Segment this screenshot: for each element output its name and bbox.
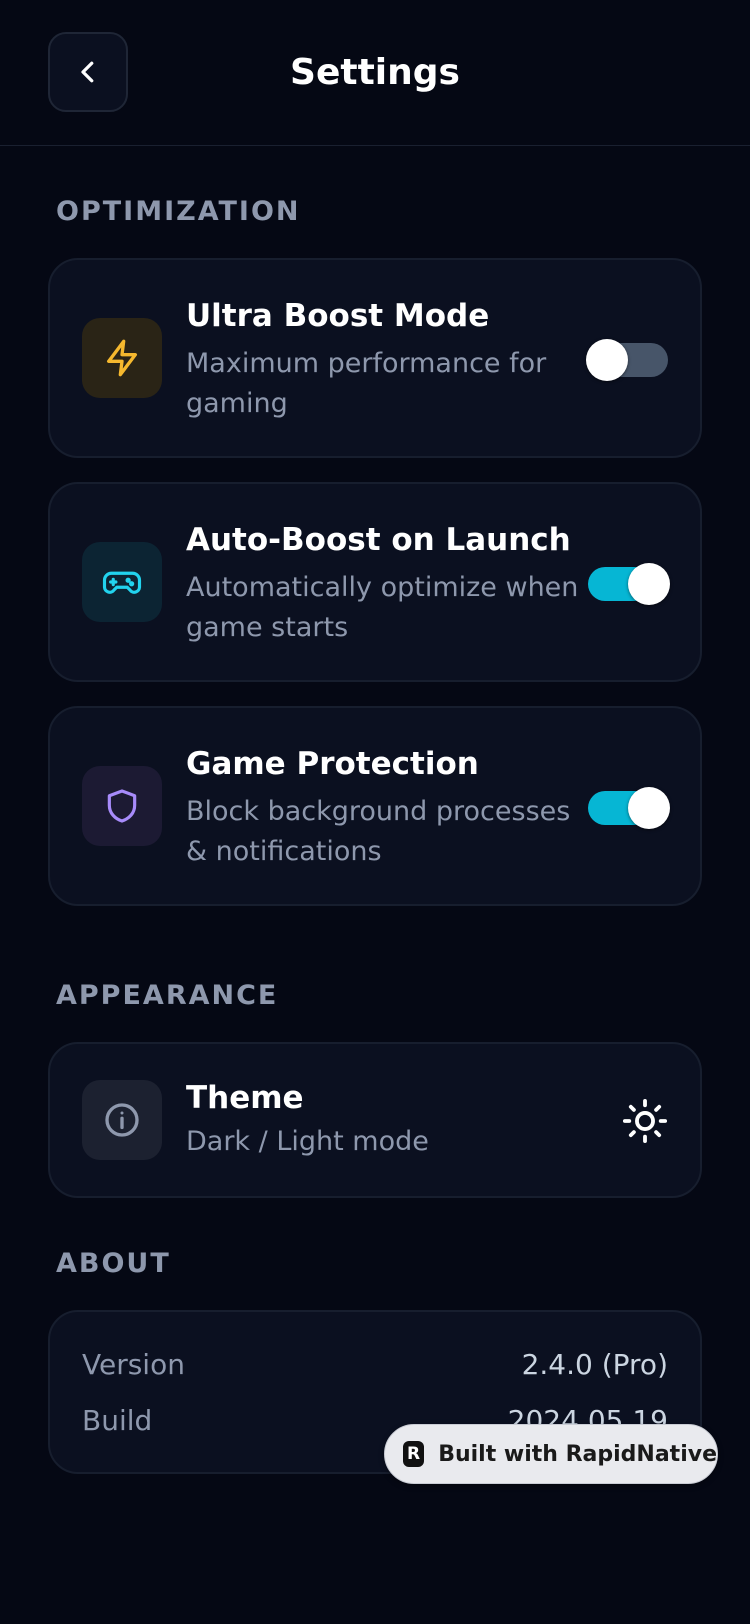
page-title: Settings (290, 52, 460, 93)
game-protection-icon-box (82, 766, 162, 846)
gamepad-icon (102, 571, 142, 594)
badge-text: Built with RapidNative (438, 1441, 717, 1467)
section-label-appearance: APPEARANCE (56, 980, 279, 1011)
auto-boost-icon-box (82, 542, 162, 622)
ultra-boost-icon-box (82, 318, 162, 398)
theme-title: Theme (186, 1080, 304, 1116)
shield-icon (107, 789, 137, 823)
toggle-knob (628, 563, 670, 605)
section-label-about: ABOUT (56, 1248, 171, 1279)
built-with-badge[interactable]: R Built with RapidNative (384, 1424, 718, 1484)
version-label: Version (82, 1348, 185, 1381)
ultra-boost-title: Ultra Boost Mode (186, 298, 490, 334)
lightning-icon (107, 339, 137, 377)
version-value: 2.4.0 (Pro) (521, 1348, 668, 1381)
header: Settings (0, 0, 750, 146)
game-protection-description: Block background processes & notificatio… (186, 796, 571, 867)
theme-description: Dark / Light mode (186, 1126, 429, 1157)
section-label-optimization: OPTIMIZATION (56, 196, 301, 227)
setting-card-theme[interactable]: Theme Dark / Light mode (48, 1042, 702, 1198)
rapidnative-logo-icon: R (403, 1441, 425, 1467)
ultra-boost-description: Maximum performance for gaming (186, 348, 547, 419)
theme-toggle-button[interactable] (622, 1098, 668, 1144)
toggle-knob (628, 787, 670, 829)
info-icon (105, 1103, 139, 1137)
toggle-knob (586, 339, 628, 381)
auto-boost-description: Automatically optimize when game starts (186, 572, 579, 643)
game-protection-title: Game Protection (186, 746, 479, 782)
game-protection-toggle[interactable] (588, 787, 670, 829)
ultra-boost-toggle[interactable] (586, 339, 668, 381)
auto-boost-title: Auto-Boost on Launch (186, 522, 571, 558)
setting-card-game-protection[interactable]: Game Protection Block background process… (48, 706, 702, 906)
sun-icon (622, 1098, 668, 1144)
auto-boost-toggle[interactable] (588, 563, 670, 605)
build-label: Build (82, 1404, 153, 1437)
setting-card-ultra-boost[interactable]: Ultra Boost Mode Maximum performance for… (48, 258, 702, 458)
theme-icon-box (82, 1080, 162, 1160)
setting-card-auto-boost[interactable]: Auto-Boost on Launch Automatically optim… (48, 482, 702, 682)
